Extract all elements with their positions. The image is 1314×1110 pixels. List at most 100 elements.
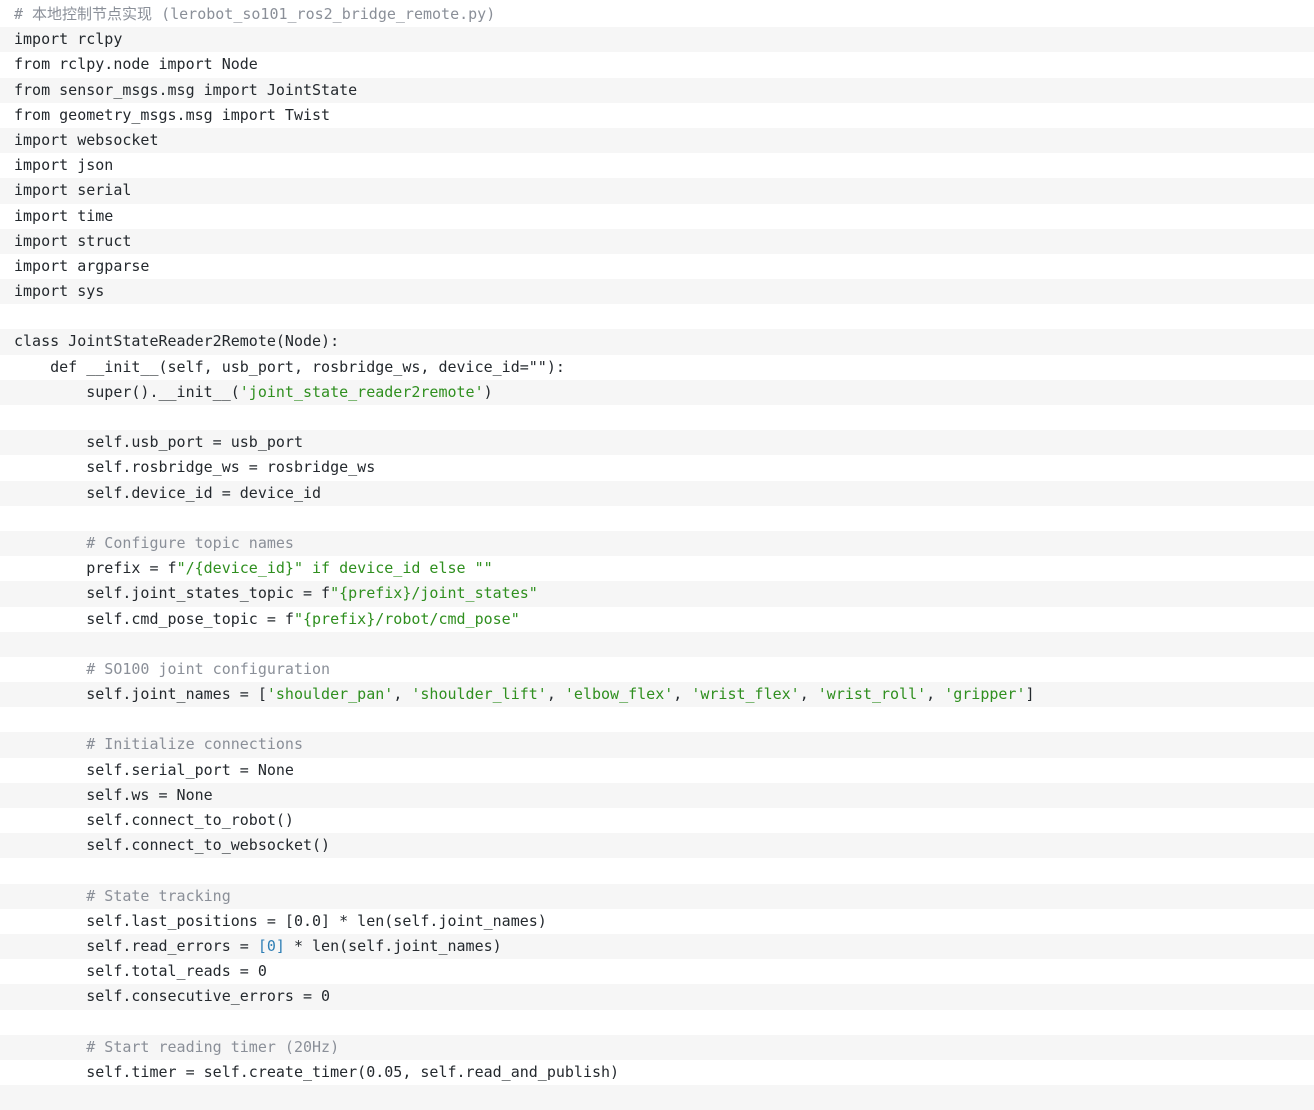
code-token: self.ws = None — [14, 785, 213, 804]
code-string: "{prefix}/robot/cmd_pose" — [293, 609, 520, 628]
code-string: 'shoulder_pan' — [266, 685, 394, 704]
code-line: class JointStateReader2Remote(Node): — [0, 329, 1314, 355]
code-line: # 本地控制节点实现 (lerobot_so101_ros2_bridge_re… — [0, 2, 1314, 27]
code-comment: # Initialize connections — [14, 735, 303, 754]
code-line: def __init__(self, usb_port, rosbridge_w… — [0, 355, 1314, 380]
code-comment: # 本地控制节点实现 (lerobot_so101_ros2_bridge_re… — [14, 5, 496, 23]
code-line: prefix = f"/{device_id}" if device_id el… — [0, 556, 1314, 581]
code-line: import serial — [0, 178, 1314, 204]
code-token: self.cmd_pose_topic = f — [14, 609, 294, 628]
code-line: self.read_errors = [0] * len(self.joint_… — [0, 933, 1314, 960]
code-line: # Initialize connections — [0, 732, 1314, 758]
code-string: "/{device_id}" if device_id else "" — [176, 559, 493, 578]
code-string: 'wrist_flex' — [691, 685, 800, 704]
code-line: from geometry_msgs.msg import Twist — [0, 103, 1314, 128]
code-token: import json — [14, 156, 114, 175]
code-line: self.timer = self.create_timer(0.05, sel… — [0, 1060, 1314, 1085]
code-line: self.serial_port = None — [0, 758, 1314, 783]
code-token: prefix = f — [14, 559, 177, 578]
code-line: self.cmd_pose_topic = f"{prefix}/robot/c… — [0, 607, 1314, 632]
code-token: self.consecutive_errors = 0 — [14, 987, 331, 1006]
code-token: , — [926, 685, 945, 704]
code-token: from geometry_msgs.msg import Twist — [14, 105, 331, 124]
code-token: self.joint_states_topic = f — [14, 584, 331, 603]
code-token: super().__init__( — [14, 382, 240, 401]
code-comment: # Start reading timer (20Hz) — [14, 1037, 340, 1056]
code-line: # Configure topic names — [0, 530, 1314, 557]
code-token: import struct — [14, 231, 132, 250]
code-number: [0] — [257, 936, 285, 955]
code-token: self.last_positions = [0.0] * len(self.j… — [14, 911, 547, 930]
code-token: , — [393, 685, 412, 704]
code-token: import serial — [14, 181, 132, 200]
code-token: import websocket — [14, 130, 159, 149]
code-line: self.ws = None — [0, 782, 1314, 808]
code-token: self.read_errors = — [14, 936, 258, 955]
code-token: , — [673, 685, 692, 704]
code-string: 'wrist_roll' — [817, 685, 927, 704]
code-comment: # SO100 joint configuration — [14, 659, 331, 678]
code-line: import time — [0, 204, 1314, 229]
code-line — [0, 631, 1314, 657]
code-token: self.usb_port = usb_port — [14, 433, 303, 452]
code-token: self.total_reads = 0 — [14, 962, 267, 981]
code-line: self.connect_to_robot() — [0, 808, 1314, 833]
code-string: "{prefix}/joint_states" — [330, 584, 538, 603]
code-token: , — [799, 685, 818, 704]
code-lines: # 本地控制节点实现 (lerobot_so101_ros2_bridge_re… — [0, 0, 1314, 1110]
code-string: 'shoulder_lift' — [411, 685, 547, 704]
code-line: import argparse — [0, 254, 1314, 279]
code-line: import sys — [0, 279, 1314, 305]
code-line: super().__init__('joint_state_reader2rem… — [0, 379, 1314, 405]
code-line: # State tracking — [0, 883, 1314, 909]
code-token: ) — [483, 382, 493, 401]
code-line: self.device_id = device_id — [0, 480, 1314, 506]
code-comment: # State tracking — [14, 886, 231, 905]
code-line: self.last_positions = [0.0] * len(self.j… — [0, 909, 1314, 934]
code-string: 'gripper' — [944, 685, 1026, 704]
code-token: from sensor_msgs.msg import JointState — [14, 80, 358, 99]
code-line: self.joint_states_topic = f"{prefix}/joi… — [0, 581, 1314, 607]
code-line: self.usb_port = usb_port — [0, 430, 1314, 456]
code-line: import websocket — [0, 127, 1314, 154]
code-line — [0, 1085, 1314, 1110]
code-token: def __init__(self, usb_port, rosbridge_w… — [14, 357, 565, 376]
code-line: import json — [0, 153, 1314, 178]
code-line: self.total_reads = 0 — [0, 959, 1314, 984]
code-line: from rclpy.node import Node — [0, 52, 1314, 77]
code-token: self.connect_to_robot() — [14, 811, 294, 829]
code-string: 'elbow_flex' — [564, 685, 674, 704]
code-token: import time — [14, 206, 114, 225]
code-string: 'joint_state_reader2remote' — [239, 382, 484, 401]
code-token: * len(self.joint_names) — [284, 936, 502, 955]
code-line: self.consecutive_errors = 0 — [0, 984, 1314, 1010]
code-token: import rclpy — [14, 30, 123, 49]
code-token: import argparse — [14, 256, 150, 275]
code-token: class JointStateReader2Remote(Node): — [14, 332, 340, 351]
code-token: self.connect_to_websocket() — [14, 836, 331, 855]
code-token: self.device_id = device_id — [14, 483, 322, 502]
code-viewer: # 本地控制节点实现 (lerobot_so101_ros2_bridge_re… — [0, 0, 1314, 1110]
code-line: # SO100 joint configuration — [0, 657, 1314, 682]
code-line: self.rosbridge_ws = rosbridge_ws — [0, 455, 1314, 480]
code-line: self.joint_names = ['shoulder_pan', 'sho… — [0, 682, 1314, 708]
code-token: from rclpy.node import Node — [14, 55, 258, 74]
code-line: self.connect_to_websocket() — [0, 833, 1314, 859]
code-token: import sys — [14, 282, 105, 301]
code-token: self.timer = self.create_timer(0.05, sel… — [14, 1062, 620, 1081]
code-token: self.serial_port = None — [14, 760, 294, 779]
code-comment: # Configure topic names — [14, 533, 294, 552]
code-token: self.rosbridge_ws = rosbridge_ws — [14, 458, 376, 477]
code-line: import rclpy — [0, 27, 1314, 53]
code-token: self.joint_names = [ — [14, 685, 267, 704]
code-token: , — [546, 685, 565, 704]
code-token: ] — [1025, 685, 1035, 704]
code-line: from sensor_msgs.msg import JointState — [0, 77, 1314, 103]
code-line: import struct — [0, 228, 1314, 254]
